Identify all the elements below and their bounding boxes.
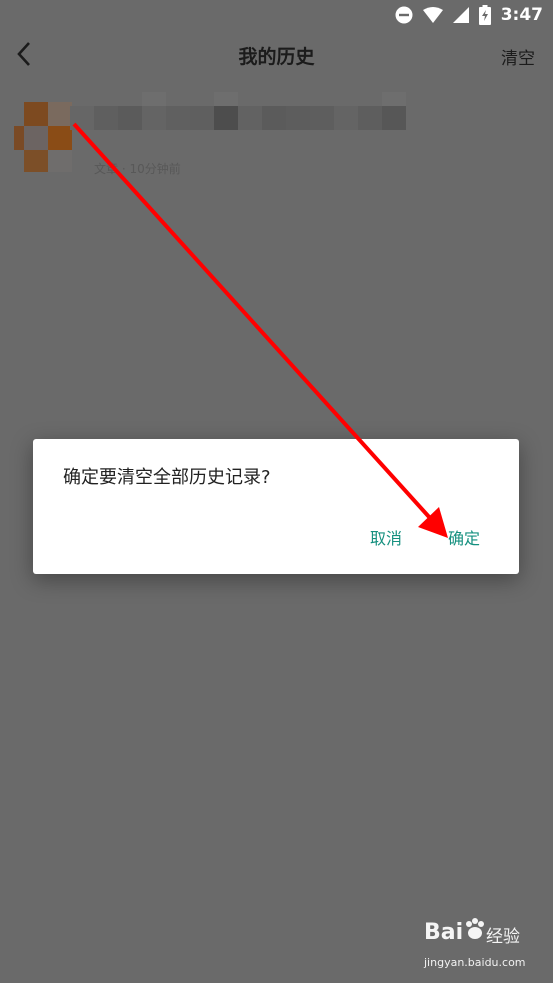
status-time: 3:47 <box>500 5 543 25</box>
dialog-message: 确定要清空全部历史记录? <box>63 467 271 488</box>
watermark-url: jingyan.baidu.com <box>424 956 526 969</box>
baidu-jingyan-watermark: Bai 经验 jingyan.baidu.com <box>420 918 530 974</box>
baidu-paw-icon <box>466 918 484 939</box>
item-meta: 文章 · 10分钟前 <box>94 162 181 176</box>
cancel-button[interactable]: 取消 <box>370 525 402 549</box>
status-bar: 3:47 <box>0 0 553 30</box>
clear-button[interactable]: 清空 <box>501 44 535 69</box>
watermark-logo-text: Bai <box>424 920 464 945</box>
battery-charging-icon <box>478 5 491 25</box>
confirm-button[interactable]: 确定 <box>448 525 480 549</box>
page-title: 我的历史 <box>238 46 315 68</box>
wifi-icon <box>422 7 443 23</box>
history-list-item[interactable]: 文章 · 10分钟前 <box>0 88 553 188</box>
item-title-redacted <box>70 92 406 130</box>
app-header: 我的历史 清空 <box>0 30 553 78</box>
watermark-jingyan-text: 经验 <box>486 927 520 947</box>
do-not-disturb-icon <box>395 6 413 24</box>
confirm-dialog: 确定要清空全部历史记录? 取消 确定 <box>33 439 519 574</box>
cellular-signal-icon <box>452 7 469 23</box>
avatar <box>14 100 74 172</box>
